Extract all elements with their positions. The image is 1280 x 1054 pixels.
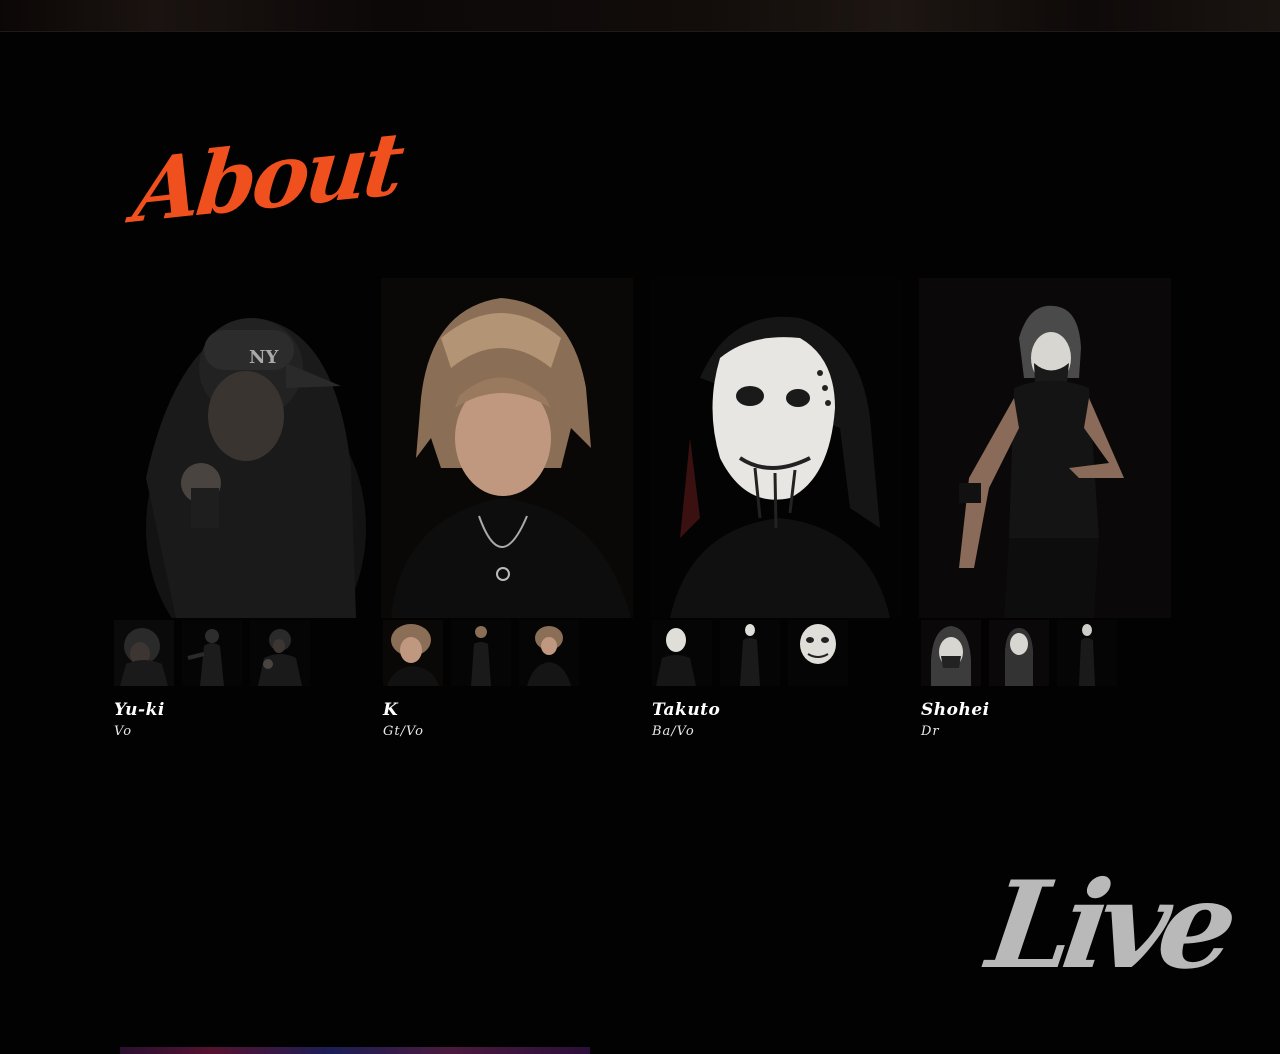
thumbnail[interactable] <box>921 620 981 686</box>
thumbnail[interactable] <box>788 620 848 686</box>
thumbnail[interactable] <box>652 620 712 686</box>
member-card-k: K Gt/Vo <box>381 278 661 739</box>
thumbnail[interactable] <box>720 620 780 686</box>
member-role: Ba/Vo <box>652 724 695 739</box>
member-photo <box>650 278 902 618</box>
member-name: Shohei <box>921 700 990 720</box>
thumbnail[interactable] <box>114 620 174 686</box>
thumbnail[interactable] <box>383 620 443 686</box>
about-section-title: About <box>129 112 406 244</box>
header-banner-image <box>0 0 1280 32</box>
member-photo <box>919 278 1171 618</box>
thumbnail[interactable] <box>250 620 310 686</box>
thumbnail-gallery <box>383 620 661 686</box>
member-photo: NY <box>136 278 388 618</box>
live-section-title: Live <box>980 855 1237 996</box>
thumbnail[interactable] <box>519 620 579 686</box>
member-name: K <box>383 700 399 720</box>
thumbnail-gallery <box>921 620 1199 686</box>
member-role: Vo <box>114 724 133 739</box>
member-photo <box>381 278 633 618</box>
member-card-shohei: Shohei Dr <box>919 278 1199 739</box>
member-card-yu-ki: NY Yu-ki Vo <box>114 278 392 739</box>
member-name: Yu-ki <box>114 700 165 720</box>
member-card-takuto: Takuto Ba/Vo <box>650 278 930 739</box>
thumbnail[interactable] <box>1057 620 1117 686</box>
thumbnail[interactable] <box>451 620 511 686</box>
thumbnail[interactable] <box>989 620 1049 686</box>
thumbnail[interactable] <box>182 620 242 686</box>
svg-text:NY: NY <box>249 347 279 368</box>
member-name: Takuto <box>652 700 721 720</box>
live-banner-image <box>120 1047 590 1054</box>
thumbnail-gallery <box>114 620 392 686</box>
member-role: Gt/Vo <box>383 724 425 739</box>
member-role: Dr <box>921 724 940 739</box>
thumbnail-gallery <box>652 620 930 686</box>
